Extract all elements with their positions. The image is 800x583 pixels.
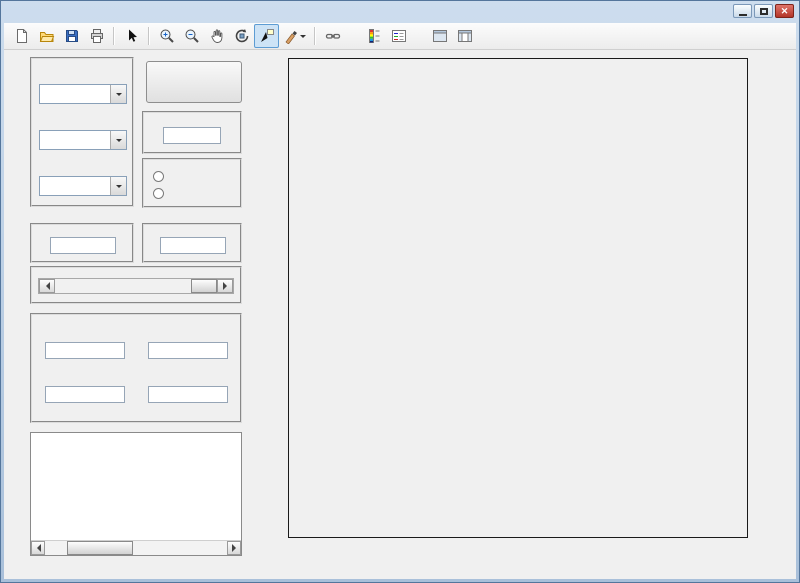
update-button[interactable]: [146, 61, 242, 103]
listbox-horizontal-scrollbar[interactable]: [31, 540, 241, 555]
ab-momentum-input[interactable]: [148, 342, 228, 359]
print-figure-button[interactable]: [84, 24, 109, 48]
collision-angle-slider[interactable]: [38, 278, 234, 294]
data-cursor-button[interactable]: [254, 24, 279, 48]
window-controls: ✕: [733, 4, 794, 18]
chevron-down-icon: [116, 139, 122, 145]
scroll-right-button[interactable]: [227, 541, 241, 555]
maximize-button[interactable]: [754, 4, 773, 18]
colorbar-icon: [366, 28, 382, 44]
rotate-3d-button[interactable]: [229, 24, 254, 48]
chevron-down-icon: [116, 93, 122, 99]
edit-plot-button[interactable]: [119, 24, 144, 48]
close-icon: ✕: [781, 6, 789, 17]
scroll-left-button[interactable]: [31, 541, 45, 555]
radio-icon: [153, 188, 164, 199]
atom-b-select[interactable]: [39, 130, 127, 150]
triangle-right-icon: [223, 282, 231, 290]
zoom-out-button[interactable]: [179, 24, 204, 48]
legend-icon: [391, 28, 407, 44]
calculation-type-panel: [142, 158, 242, 208]
atom-c-select[interactable]: [39, 176, 127, 196]
dropdown-button[interactable]: [110, 85, 126, 103]
dropdown-button[interactable]: [110, 131, 126, 149]
save-figure-button[interactable]: [59, 24, 84, 48]
save-icon: [64, 28, 80, 44]
chevron-down-icon: [116, 185, 122, 191]
link-plot-button[interactable]: [320, 24, 345, 48]
ab-distance-input[interactable]: [45, 342, 125, 359]
insert-colorbar-button[interactable]: [361, 24, 386, 48]
insert-legend-button[interactable]: [386, 24, 411, 48]
atom-a-select[interactable]: [39, 84, 127, 104]
initial-conditions-panel: [30, 313, 242, 423]
chevron-down-icon: [300, 35, 306, 41]
figure-body: [4, 23, 796, 579]
titlebar[interactable]: ✕: [1, 1, 799, 23]
collision-angle-panel: [30, 266, 242, 304]
toolbar: [4, 23, 796, 50]
show-plot-tools-button[interactable]: [452, 24, 477, 48]
zoom-out-icon: [184, 28, 200, 44]
cursor-arrow-icon: [124, 28, 140, 44]
scrollbar-thumb[interactable]: [67, 541, 133, 555]
open-file-button[interactable]: [34, 24, 59, 48]
triangle-right-icon: [232, 544, 240, 552]
atom-types-panel: [30, 57, 134, 207]
triangle-left-icon: [42, 282, 50, 290]
maximize-icon: [760, 8, 768, 15]
delta-value-panel: [142, 111, 242, 154]
minimize-button[interactable]: [733, 4, 752, 18]
radio-mep[interactable]: [153, 186, 172, 200]
cutoff-input[interactable]: [160, 237, 226, 254]
hide-plot-tools-button[interactable]: [427, 24, 452, 48]
app-window: ✕: [0, 0, 800, 583]
brush-button[interactable]: [279, 24, 310, 48]
data-cursor-icon: [259, 28, 275, 44]
steps-panel: [30, 223, 134, 263]
zoom-in-icon: [159, 28, 175, 44]
hide-plot-tools-icon: [432, 28, 448, 44]
dropdown-button[interactable]: [110, 177, 126, 195]
slider-right-arrow[interactable]: [217, 279, 233, 293]
delta-input[interactable]: [163, 127, 221, 144]
cutoff-panel: [142, 223, 242, 263]
axes-box: [288, 58, 748, 538]
triangle-left-icon: [33, 544, 41, 552]
open-folder-icon: [39, 28, 55, 44]
radio-icon: [153, 171, 164, 182]
printer-icon: [89, 28, 105, 44]
steps-input[interactable]: [50, 237, 116, 254]
zoom-in-button[interactable]: [154, 24, 179, 48]
new-document-icon: [14, 28, 30, 44]
radio-dynamics[interactable]: [153, 169, 172, 183]
toolbar-separator: [113, 27, 115, 45]
toolbar-separator: [314, 27, 316, 45]
plot-type-list-items: [32, 434, 240, 540]
bc-distance-input[interactable]: [45, 386, 125, 403]
new-figure-button[interactable]: [9, 24, 34, 48]
slider-left-arrow[interactable]: [39, 279, 55, 293]
show-plot-tools-icon: [457, 28, 473, 44]
minimize-icon: [739, 14, 747, 16]
link-plot-icon: [325, 28, 341, 44]
bc-momentum-input[interactable]: [148, 386, 228, 403]
figure-client-area: [4, 51, 796, 579]
toolbar-separator: [148, 27, 150, 45]
slider-thumb[interactable]: [191, 279, 217, 293]
plot-type-listbox[interactable]: [30, 432, 242, 556]
rotate-3d-icon: [234, 28, 250, 44]
pan-hand-icon: [209, 28, 225, 44]
pan-button[interactable]: [204, 24, 229, 48]
close-button[interactable]: ✕: [775, 4, 794, 18]
contour-plot-canvas[interactable]: [289, 59, 747, 537]
brush-icon: [284, 28, 298, 44]
